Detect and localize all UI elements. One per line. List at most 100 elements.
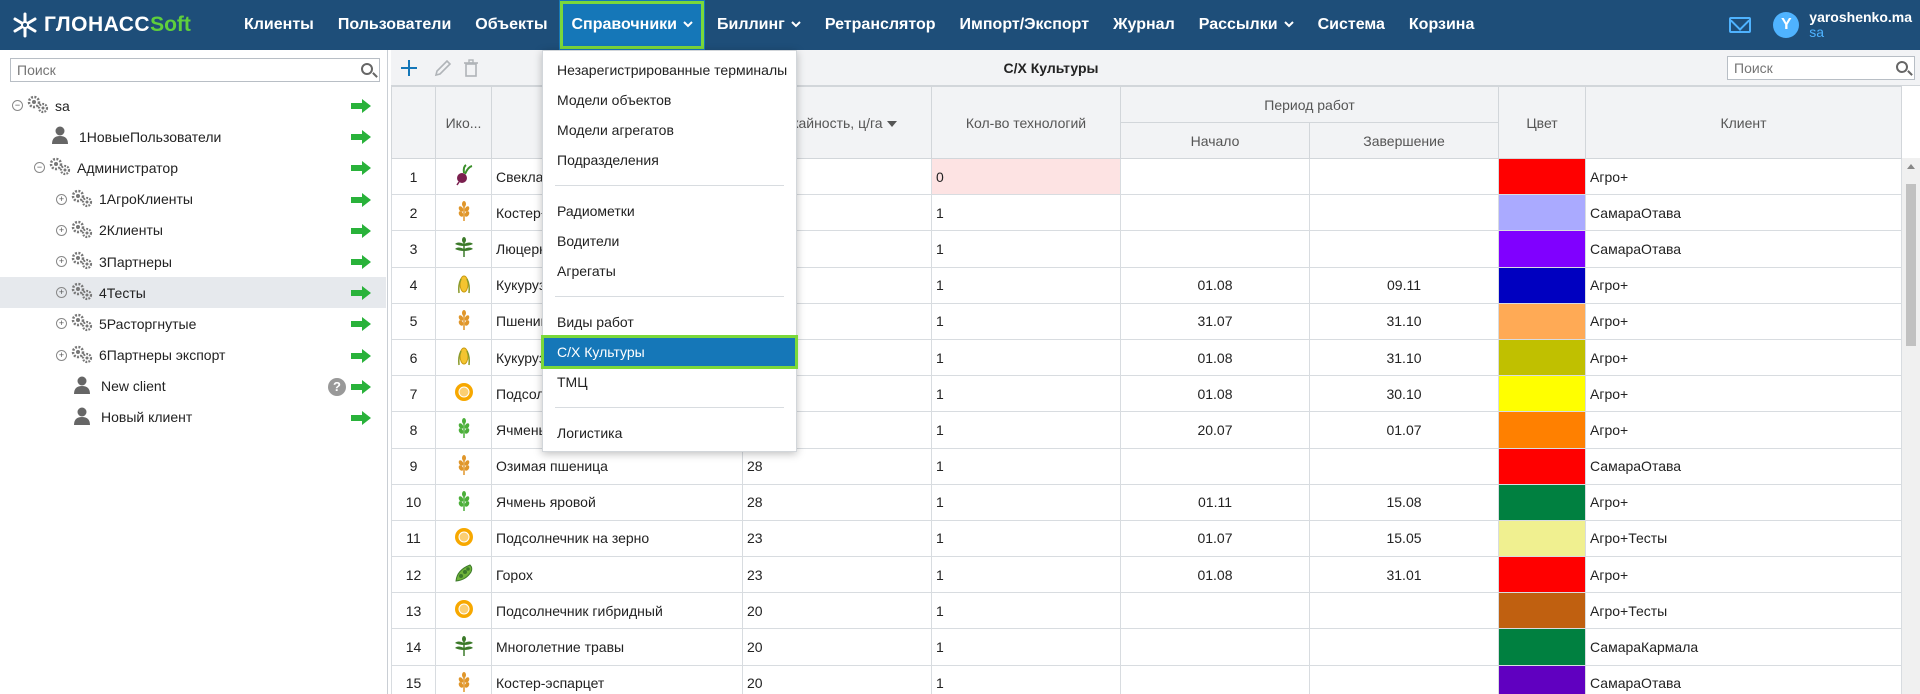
col-header-color[interactable]: Цвет [1498,86,1587,159]
nav-item-1[interactable]: Пользователи [326,0,463,50]
nav-item-7[interactable]: Журнал [1101,0,1187,50]
crop-period-start: 01.08 [1120,338,1310,377]
crop-period-start [1120,628,1310,666]
scroll-up-icon[interactable] [1907,164,1915,169]
nav-item-0[interactable]: Клиенты [232,0,326,50]
table-row[interactable]: 12 Горох 23 1 01.08 31.01 Агро+ [391,556,1903,594]
nav-item-6[interactable]: Импорт/Экспорт [948,0,1102,50]
expand-icon[interactable]: + [56,287,67,299]
green-arrow-icon[interactable] [350,316,372,335]
expand-icon[interactable]: + [56,193,67,205]
col-header-end[interactable]: Завершение [1308,122,1500,159]
mail-icon[interactable] [1729,17,1752,33]
tree-node[interactable]: +5Расторгнутые [0,308,386,339]
search-icon[interactable] [361,63,373,75]
crop-client: Агро+ [1585,483,1903,521]
dropdown-item[interactable]: Радиометки [543,196,796,226]
green-arrow-icon[interactable] [350,223,372,242]
col-header-client[interactable]: Клиент [1585,86,1903,159]
crop-period-end [1308,157,1500,196]
green-arrow-icon[interactable] [350,379,372,398]
dropdown-item[interactable]: Виды работ [543,307,796,337]
expand-icon[interactable]: + [56,224,67,236]
crop-color-swatch [1498,194,1587,232]
dropdown-item[interactable]: Водители [543,226,796,256]
table-row[interactable]: 13 Подсолнечник гибридный 20 1 Агро+Тесты [391,592,1903,630]
dropdown-item[interactable]: Модели агрегатов [543,115,796,145]
row-number: 14 [391,628,436,666]
tree-node-label: Новый клиент [101,409,193,426]
col-header-tech-count[interactable]: Кол-во технологий [931,86,1121,159]
nav-item-2[interactable]: Объекты [463,0,559,50]
dropdown-item[interactable]: ТМЦ [543,367,796,397]
collapse-icon[interactable]: − [12,100,23,112]
crop-icon-cell [435,592,492,630]
col-header-start[interactable]: Начало [1120,122,1310,159]
grid-search-input[interactable] [1728,57,1888,79]
nav-item-label: Корзина [1408,16,1475,33]
dropdown-item[interactable]: Модели объектов [543,85,796,115]
nav-item-3[interactable]: Справочники [559,0,706,50]
col-header-icon[interactable]: Ико... [435,86,492,159]
dropdown-divider [555,185,784,186]
green-arrow-icon[interactable] [350,410,372,429]
tree-search-input[interactable] [11,59,341,81]
dropdown-item[interactable]: С/Х Культуры [541,335,798,369]
grid-search [1727,56,1915,80]
row-number: 8 [391,411,436,449]
nav-item-9[interactable]: Система [1306,0,1397,50]
nav-item-10[interactable]: Корзина [1397,0,1486,50]
help-icon[interactable]: ? [328,377,346,396]
search-icon[interactable] [1896,61,1908,73]
tree-node[interactable]: +2Клиенты [0,215,386,246]
tree-node[interactable]: New client? [0,371,386,402]
dropdown-item[interactable]: Незарегистрированные терминалы [543,55,796,85]
tree-node[interactable]: +3Партнеры [0,246,386,277]
crop-tech-count: 1 [931,338,1121,377]
tree-node[interactable]: − sa [0,90,386,121]
table-row[interactable]: 15 Костер-эспарцет 20 1 СамараОтава [391,664,1903,694]
dropdown-item[interactable]: Логистика [543,418,796,448]
table-row[interactable]: 11 Подсолнечник на зерно 23 1 01.07 15.05 Агро… [391,519,1903,558]
crop-tech-count: 1 [931,519,1121,558]
dropdown-divider [555,296,784,297]
green-arrow-icon[interactable] [350,254,372,273]
green-arrow-icon[interactable] [350,192,372,211]
user-info[interactable]: yaroshenko.ma sa [1809,10,1912,40]
tree-node[interactable]: − Администратор [0,152,386,183]
expand-icon[interactable]: + [56,318,67,330]
crop-tech-count: 1 [931,266,1121,304]
crop-tech-count: 1 [931,556,1121,594]
scrollbar-thumb[interactable] [1906,184,1916,346]
expand-icon[interactable]: + [56,256,67,268]
nav-item-label: Ретранслятор [824,16,936,33]
green-arrow-icon[interactable] [350,98,372,117]
crop-name: Горох [491,556,743,594]
green-arrow-icon[interactable] [350,348,372,367]
tree-node[interactable]: Новый клиент [0,402,386,433]
table-row[interactable]: 9 Озимая пшеница 28 1 СамараОтава [391,447,1903,485]
collapse-icon[interactable]: − [34,162,45,174]
tree-node[interactable]: +4Тесты [0,277,386,309]
dropdown-item[interactable]: Подразделения [543,145,796,175]
table-row[interactable]: 14 Многолетние травы 20 1 СамараКармала [391,628,1903,666]
nav-item-5[interactable]: Ретранслятор [813,0,948,50]
vertical-scrollbar[interactable] [1902,158,1920,694]
avatar[interactable]: Y [1773,12,1800,38]
herb-icon [453,635,475,660]
nav-item-8[interactable]: Рассылки [1187,0,1306,50]
expand-icon[interactable]: + [56,349,67,361]
green-arrow-icon[interactable] [350,160,372,179]
crop-icon-cell [435,447,492,485]
tree-node[interactable]: 1НовыеПользователи [0,121,386,152]
tree-node[interactable]: +1АгроКлиенты [0,184,386,215]
crop-tech-count: 1 [931,483,1121,521]
tree-node[interactable]: +6Партнеры экспорт [0,340,386,371]
table-row[interactable]: 10 Ячмень яровой 28 1 01.11 15.08 Агро+ [391,483,1903,521]
app-logo[interactable]: ГЛОНАСС Soft [0,0,232,50]
dropdown-item[interactable]: Агрегаты [543,256,796,286]
green-arrow-icon[interactable] [350,129,372,148]
nav-item-label: Рассылки [1198,16,1278,33]
green-arrow-icon[interactable] [350,285,372,304]
nav-item-4[interactable]: Биллинг [705,0,813,50]
